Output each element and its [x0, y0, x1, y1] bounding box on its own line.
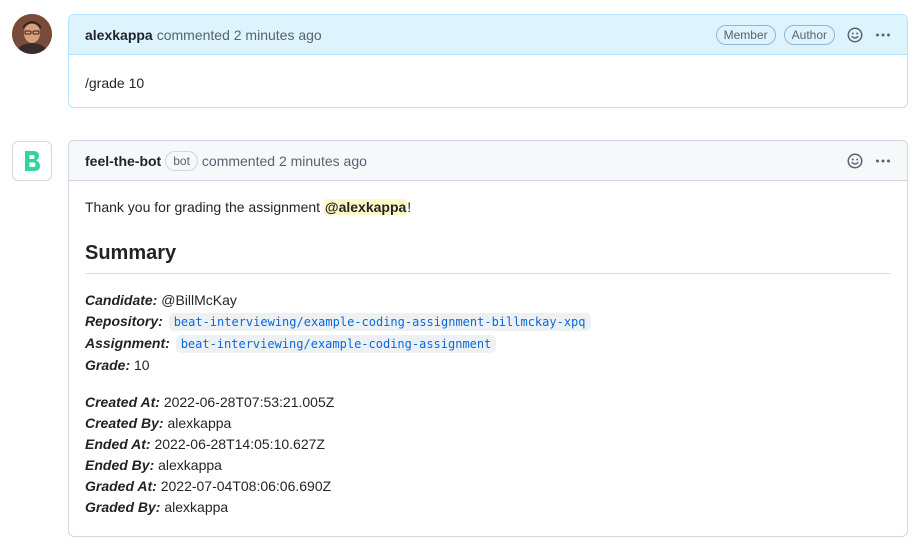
field-label: Graded By:	[85, 499, 161, 515]
field-repository: Repository: beat-interviewing/example-co…	[85, 311, 891, 333]
comment-body: /grade 10	[69, 55, 907, 110]
comment-body: Thank you for grading the assignment @al…	[69, 181, 907, 534]
field-label: Repository:	[85, 313, 163, 329]
comment-header: alexkappa commented 2 minutes ago Member…	[69, 15, 907, 55]
field-value: alexkappa	[164, 499, 229, 515]
kebab-horizontal-icon[interactable]	[875, 27, 891, 43]
smiley-icon[interactable]	[847, 27, 863, 43]
field-label: Graded At:	[85, 478, 157, 494]
comment-author-link[interactable]: feel-the-bot	[85, 153, 161, 169]
field-label: Grade:	[85, 357, 131, 373]
field-value: 2022-06-28T07:53:21.005Z	[163, 394, 335, 410]
bot-avatar[interactable]	[12, 141, 52, 181]
field-value: alexkappa	[158, 457, 222, 473]
author-badge: Author	[783, 24, 835, 45]
field-value: @BillMcKay	[161, 292, 237, 308]
summary-heading: Summary	[85, 239, 891, 274]
field-label: Ended By:	[85, 457, 155, 473]
field-graded-at: Graded At: 2022-07-04T08:06:06.690Z	[85, 476, 891, 497]
field-value: 10	[134, 357, 150, 373]
member-badge: Member	[715, 24, 776, 45]
field-label: Created At:	[85, 394, 160, 410]
field-assignment: Assignment: beat-interviewing/example-co…	[85, 333, 891, 355]
field-ended-by: Ended By: alexkappa	[85, 455, 891, 476]
field-value: 2022-06-28T14:05:10.627Z	[154, 436, 325, 452]
comment-timestamp[interactable]: commented 2 minutes ago	[157, 27, 322, 43]
field-value: alexkappa	[167, 415, 232, 431]
summary-fields: Candidate: @BillMcKay Repository: beat-i…	[85, 290, 891, 518]
field-label: Candidate:	[85, 292, 158, 308]
kebab-horizontal-icon[interactable]	[875, 153, 891, 169]
user-avatar[interactable]	[12, 14, 52, 54]
field-value: 2022-07-04T08:06:06.690Z	[160, 478, 332, 494]
comment-bot-summary: feel-the-bot bot commented 2 minutes ago…	[68, 140, 908, 537]
intro-prefix: Thank you for grading the assignment	[85, 199, 324, 215]
intro-suffix: !	[407, 199, 412, 215]
field-created-by: Created By: alexkappa	[85, 413, 891, 434]
comment-author-link[interactable]: alexkappa	[85, 27, 153, 43]
field-created-at: Created At: 2022-06-28T07:53:21.005Z	[85, 392, 891, 413]
smiley-icon[interactable]	[847, 153, 863, 169]
repository-link[interactable]: beat-interviewing/example-coding-assignm…	[168, 313, 591, 331]
field-label: Assignment:	[85, 335, 170, 351]
comment-header: feel-the-bot bot commented 2 minutes ago	[69, 141, 907, 181]
bot-badge: bot	[165, 150, 198, 171]
field-candidate: Candidate: @BillMcKay	[85, 290, 891, 311]
field-grade: Grade: 10	[85, 355, 891, 376]
field-label: Created By:	[85, 415, 164, 431]
field-label: Ended At:	[85, 436, 151, 452]
intro-text: Thank you for grading the assignment @al…	[85, 197, 891, 218]
user-mention-link[interactable]: @alexkappa	[323, 199, 408, 215]
assignment-link[interactable]: beat-interviewing/example-coding-assignm…	[175, 335, 497, 353]
field-ended-at: Ended At: 2022-06-28T14:05:10.627Z	[85, 434, 891, 455]
field-graded-by: Graded By: alexkappa	[85, 497, 891, 518]
comment-grade: alexkappa commented 2 minutes ago Member…	[68, 14, 908, 108]
comment-text: /grade 10	[85, 75, 145, 91]
bot-b-logo-icon	[25, 151, 40, 171]
user-avatar-image	[12, 14, 52, 54]
comment-timestamp[interactable]: commented 2 minutes ago	[202, 153, 367, 169]
